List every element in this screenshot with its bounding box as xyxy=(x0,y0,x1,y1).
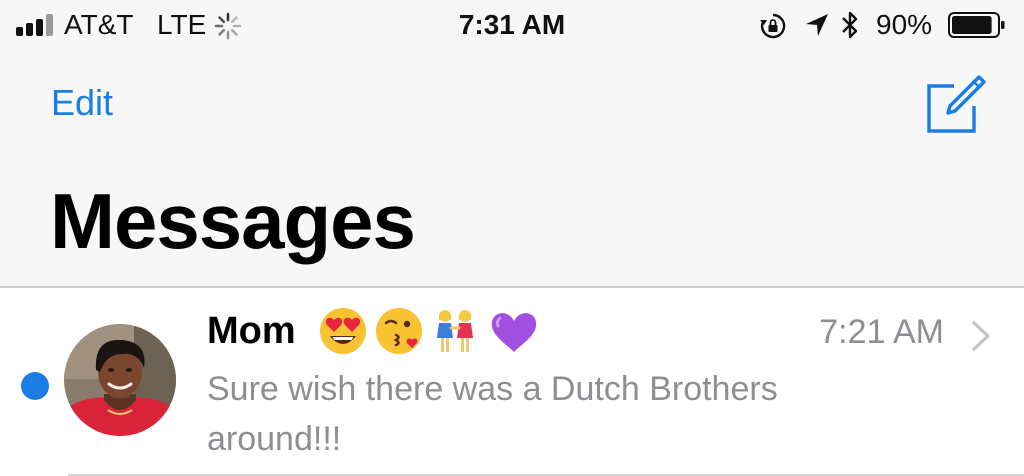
page-title: Messages xyxy=(50,177,416,265)
message-preview: Sure wish there was a Dutch Brothers aro… xyxy=(207,370,778,458)
location-arrow-icon xyxy=(806,14,828,36)
chevron-right-icon xyxy=(972,321,990,351)
contact-name: Mom xyxy=(207,310,296,352)
compose-icon[interactable] xyxy=(924,74,986,134)
conversation-row[interactable]: Mom 7:21 AM Sure wish there was a Dutch … xyxy=(0,288,1024,476)
rotation-lock-icon xyxy=(760,13,786,39)
unread-indicator xyxy=(21,372,49,400)
messages-screen: AT&T LTE 7:31 AM 90% Edit Messages Mom 7… xyxy=(0,0,1024,476)
avatar xyxy=(64,324,176,436)
status-time: 7:31 AM xyxy=(458,9,566,40)
name-emojis xyxy=(318,306,548,356)
battery-percent: 90% xyxy=(876,9,933,40)
conversation-list: Mom 7:21 AM Sure wish there was a Dutch … xyxy=(0,288,1024,476)
purple-heart-icon xyxy=(491,313,537,352)
status-bar: AT&T LTE 7:31 AM 90% xyxy=(0,0,1024,50)
bluetooth-icon xyxy=(842,11,858,39)
heart-eyes-face-icon xyxy=(320,308,366,354)
face-blowing-kiss-icon xyxy=(376,308,422,354)
edit-button[interactable]: Edit xyxy=(51,82,113,124)
two-women-holding-hands-icon xyxy=(437,310,473,352)
battery-icon xyxy=(948,12,1005,38)
message-time: 7:21 AM xyxy=(819,313,944,351)
